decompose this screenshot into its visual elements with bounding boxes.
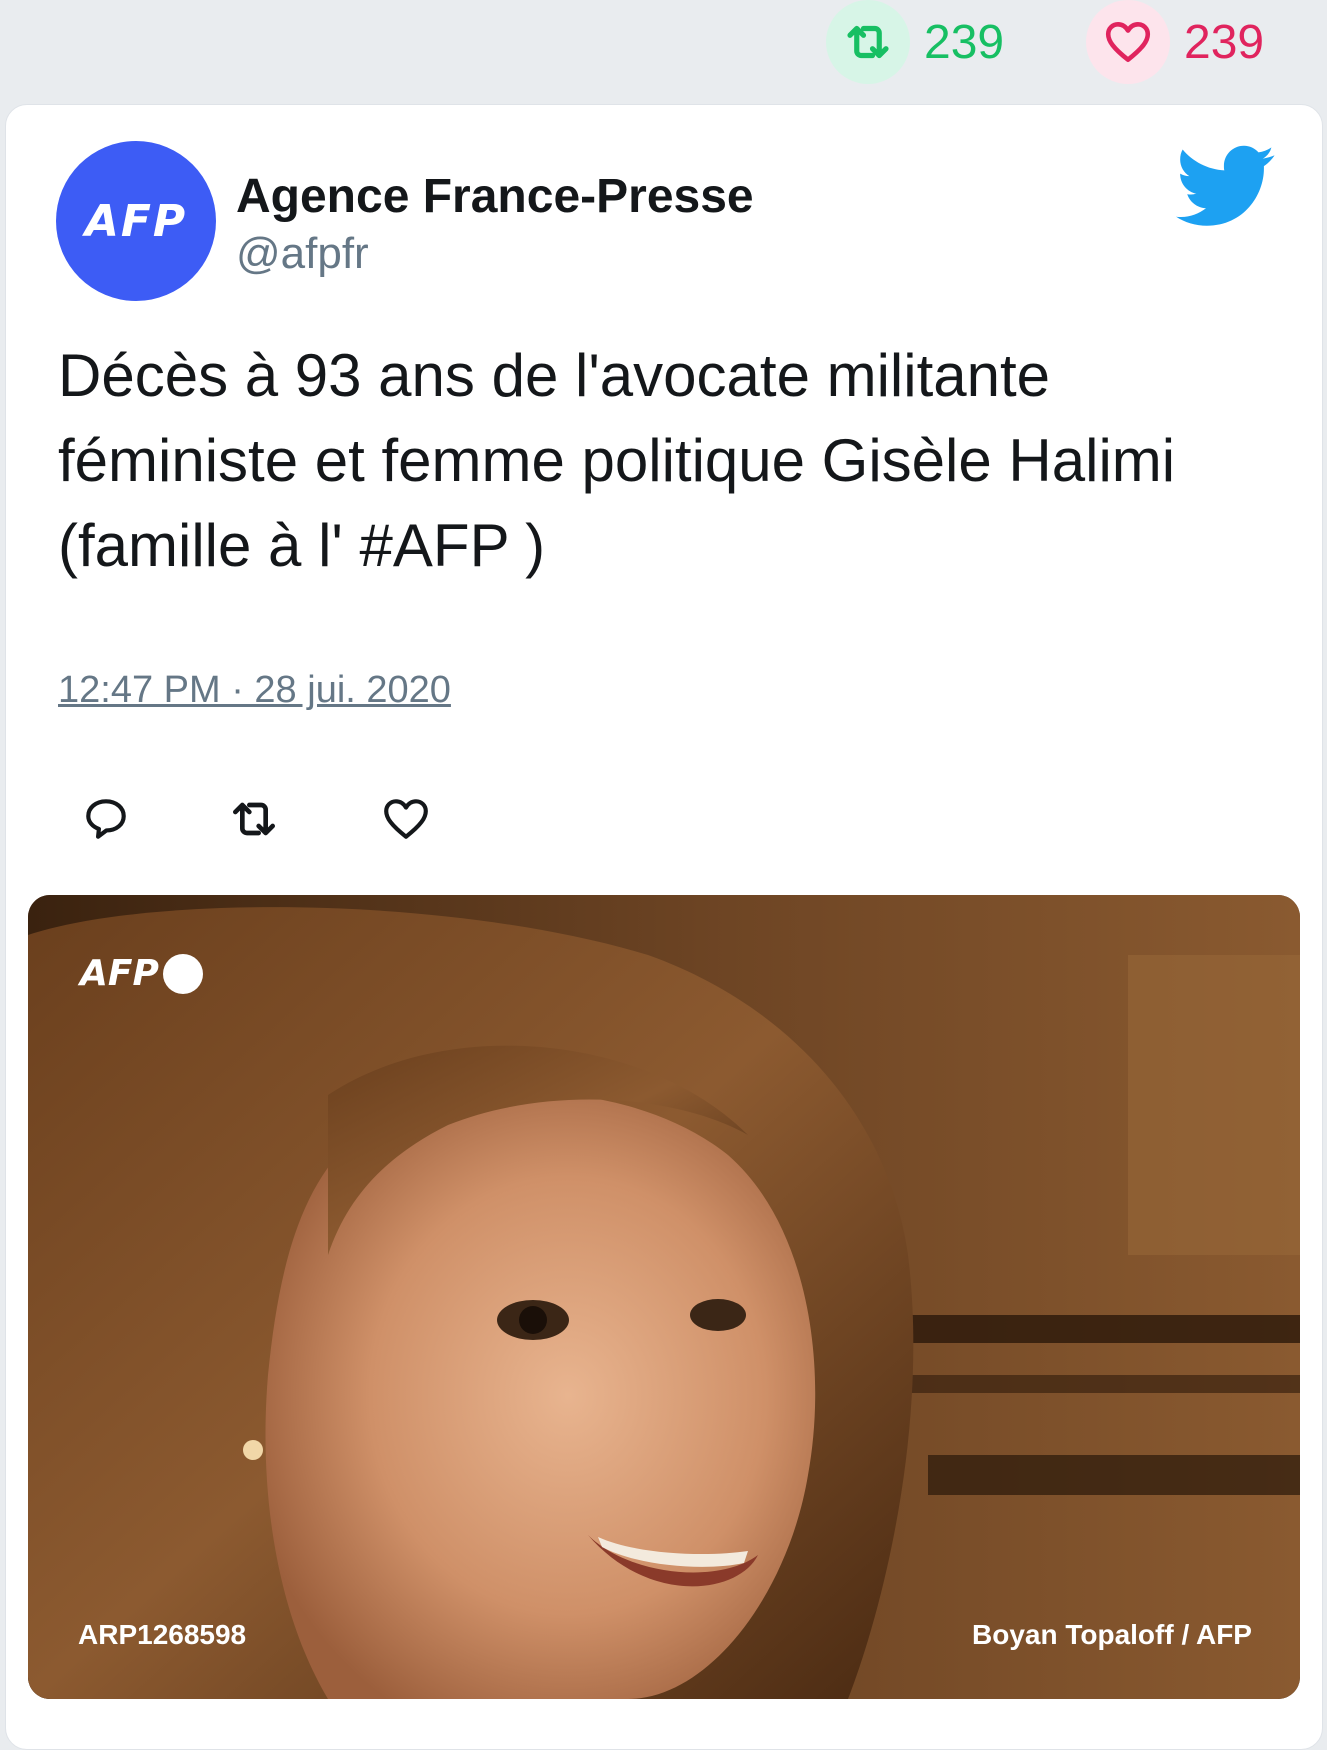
like-count: 239	[1184, 15, 1265, 69]
retweet-icon	[233, 802, 275, 836]
retweet-button[interactable]	[224, 789, 284, 849]
reply-icon	[86, 799, 126, 839]
avatar[interactable]: AFP	[56, 141, 216, 301]
tweet-timestamp-link[interactable]: 12:47 PM · 28 jui. 2020	[58, 669, 451, 712]
retweet-stat-circle	[826, 0, 910, 84]
photo-credit: Boyan Topaloff / AFP	[972, 1619, 1252, 1650]
tweet-card: AFP Agence France-Presse @afpfr Décès à …	[5, 104, 1323, 1750]
tweet-text: Décès à 93 ans de l'avocate militante fé…	[58, 342, 1176, 579]
photo-id: ARP1268598	[78, 1619, 247, 1650]
tweet-stats-bar: 239 239	[0, 0, 1327, 100]
retweet-count: 239	[924, 15, 1005, 69]
tweet-photo[interactable]: AFP ARP1268598 Boyan Topaloff / AFP	[28, 895, 1300, 1699]
like-stat-circle	[1086, 0, 1170, 84]
heart-icon	[384, 799, 428, 839]
twitter-bird-icon[interactable]	[1176, 145, 1276, 229]
portrait-photo-illustration	[28, 895, 1300, 1699]
heart-icon	[1105, 22, 1151, 62]
retweet-stat[interactable]: 239	[826, 0, 1004, 84]
photo-afp-logo: AFP	[80, 953, 203, 994]
reply-button[interactable]	[76, 789, 136, 849]
photo-logo-dot	[162, 953, 203, 994]
author-handle[interactable]: @afpfr	[236, 229, 369, 279]
avatar-logo-text: AFP	[84, 195, 188, 247]
photo-logo-text: AFP	[80, 953, 159, 994]
author-display-name[interactable]: Agence France-Presse	[236, 169, 754, 224]
retweet-icon	[847, 25, 889, 59]
like-button[interactable]	[376, 789, 436, 849]
like-stat[interactable]: 239	[1086, 0, 1264, 84]
